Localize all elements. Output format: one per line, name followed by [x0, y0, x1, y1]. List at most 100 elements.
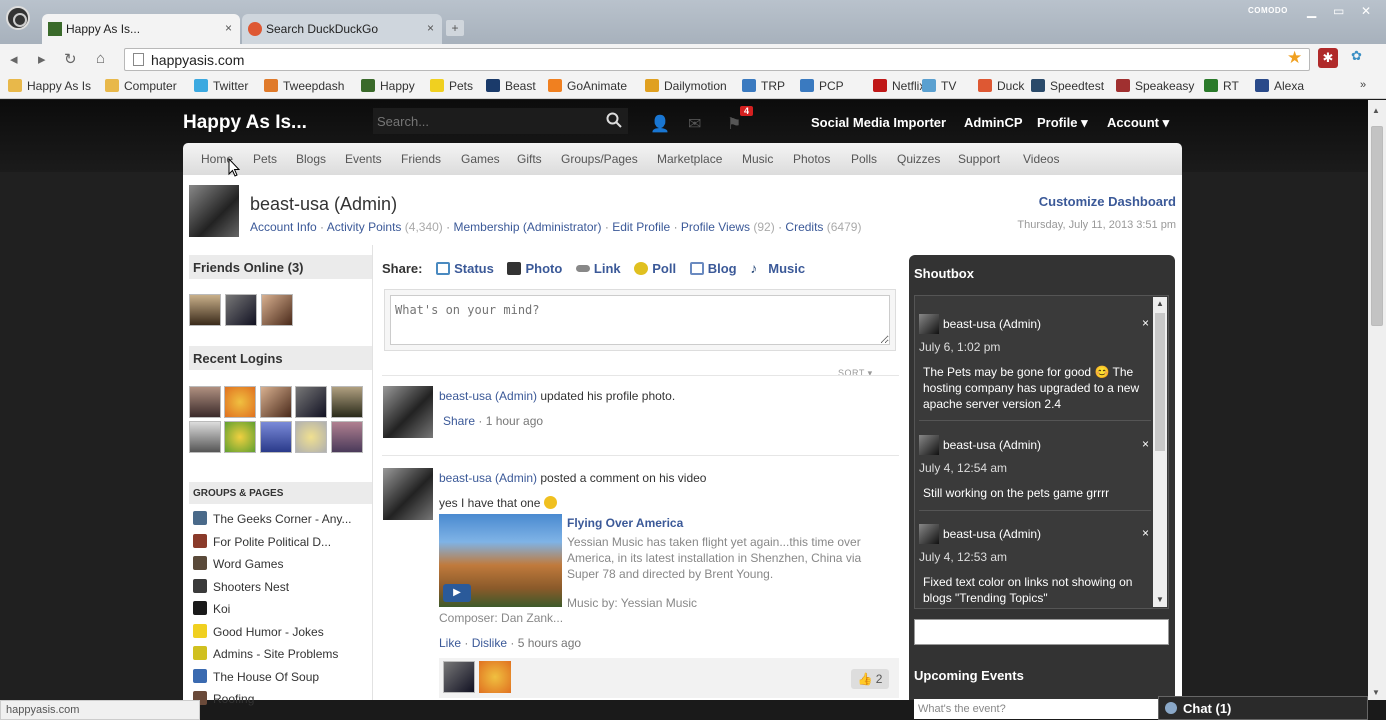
dislike-link[interactable]: Dislike [472, 636, 507, 650]
new-tab-button[interactable]: + [446, 20, 464, 36]
status-input[interactable] [390, 295, 890, 345]
share-photo[interactable]: Photo [507, 261, 562, 276]
share-status[interactable]: Status [436, 261, 494, 276]
bookmark-dailymotion[interactable]: Dailymotion [645, 79, 727, 93]
profile-menu[interactable]: Profile ▾ [1037, 115, 1088, 131]
maximize-icon[interactable]: ▭ [1333, 4, 1344, 18]
bookmark-alexa[interactable]: Alexa [1255, 79, 1304, 93]
delete-shout-icon[interactable]: × [1142, 316, 1149, 330]
group-link[interactable]: For Polite Political D... [193, 533, 331, 549]
liker-avatar[interactable] [443, 661, 475, 693]
group-link[interactable]: Koi [193, 601, 230, 616]
bookmark-speakeasy[interactable]: Speakeasy [1116, 79, 1194, 93]
scroll-down-icon[interactable]: ▼ [1156, 595, 1164, 604]
group-link[interactable]: Good Humor - Jokes [193, 623, 324, 639]
bookmark-beast[interactable]: Beast [486, 79, 536, 93]
nav-games[interactable]: Games [461, 152, 500, 166]
login-avatar[interactable] [189, 421, 221, 453]
like-link[interactable]: Like [439, 636, 461, 650]
forward-icon[interactable]: ▸ [38, 50, 46, 68]
search-icon[interactable] [606, 112, 622, 128]
friend-avatar[interactable] [189, 294, 221, 326]
login-avatar[interactable] [189, 386, 221, 418]
login-avatar[interactable] [224, 386, 256, 418]
nav-support[interactable]: Support [958, 152, 1000, 166]
video-thumbnail[interactable]: ▶ [439, 514, 562, 607]
friend-avatar[interactable] [225, 294, 257, 326]
nav-friends[interactable]: Friends [401, 152, 441, 166]
share-post-link[interactable]: Share [443, 414, 475, 428]
share-link[interactable]: Link [575, 261, 621, 276]
share-poll[interactable]: Poll [634, 261, 676, 276]
post-avatar[interactable] [383, 386, 433, 438]
login-avatar[interactable] [331, 421, 363, 453]
friend-avatar[interactable] [261, 294, 293, 326]
bookmark-speedtest[interactable]: Speedtest [1031, 79, 1104, 93]
shout-author[interactable]: beast-usa (Admin) [943, 317, 1041, 331]
profile-name[interactable]: beast-usa (Admin) [250, 194, 397, 215]
bookmark-trp[interactable]: TRP [742, 79, 785, 93]
login-avatar[interactable] [295, 421, 327, 453]
bookmark-netflix[interactable]: Netflix [873, 79, 925, 93]
shout-avatar[interactable] [919, 435, 939, 455]
close-tab-icon[interactable]: × [225, 21, 232, 35]
minimize-icon[interactable]: ▁ [1307, 4, 1316, 18]
login-avatar[interactable] [295, 386, 327, 418]
profile-avatar[interactable] [189, 185, 239, 237]
nav-quizzes[interactable]: Quizzes [897, 152, 940, 166]
login-avatar[interactable] [260, 386, 292, 418]
tab-search-duckduckgo[interactable]: Search DuckDuckGo × [242, 14, 442, 44]
search-input[interactable] [373, 108, 628, 134]
post-author-link[interactable]: beast-usa (Admin) [439, 471, 537, 485]
bookmark-duck[interactable]: Duck [978, 79, 1024, 93]
post-avatar[interactable] [383, 468, 433, 520]
account-info-link[interactable]: Account Info [250, 220, 317, 234]
nav-polls[interactable]: Polls [851, 152, 877, 166]
notifications-icon[interactable]: ⚑ [727, 114, 747, 133]
sort-dropdown[interactable]: SORT ▾ [838, 368, 873, 379]
nav-groups-pages[interactable]: Groups/Pages [561, 152, 638, 166]
scroll-thumb[interactable] [1371, 126, 1383, 326]
shout-author[interactable]: beast-usa (Admin) [943, 438, 1041, 452]
group-link[interactable]: The House Of Soup [193, 668, 319, 684]
profile-views-link[interactable]: Profile Views [681, 220, 750, 234]
bookmark-tv[interactable]: TV [922, 79, 956, 93]
login-avatar[interactable] [331, 386, 363, 418]
activity-points-link[interactable]: Activity Points [327, 220, 402, 234]
reload-icon[interactable]: ↻ [64, 50, 77, 68]
page-scrollbar[interactable]: ▲ ▼ [1368, 100, 1386, 700]
share-blog[interactable]: Blog [689, 261, 737, 276]
admincp-link[interactable]: AdminCP [964, 115, 1023, 130]
bookmark-computer[interactable]: Computer [105, 79, 177, 93]
scroll-thumb[interactable] [1155, 313, 1165, 451]
event-input[interactable]: What's the event? [914, 699, 1169, 719]
address-bar[interactable]: happyasis.com [124, 48, 1310, 71]
share-music[interactable]: ♪ Music [750, 260, 805, 276]
nav-photos[interactable]: Photos [793, 152, 830, 166]
scroll-down-icon[interactable]: ▼ [1372, 688, 1380, 697]
bookmark-pcp[interactable]: PCP [800, 79, 844, 93]
chat-bar[interactable]: Chat (1) [1158, 696, 1368, 720]
membership-link[interactable]: Membership (Administrator) [453, 220, 601, 234]
back-icon[interactable]: ◂ [10, 50, 18, 68]
bookmark-tweepdash[interactable]: Tweepdash [264, 79, 344, 93]
shout-author[interactable]: beast-usa (Admin) [943, 527, 1041, 541]
play-icon[interactable]: ▶ [443, 584, 471, 602]
home-icon[interactable]: ⌂ [96, 50, 105, 67]
liker-avatar[interactable] [479, 661, 511, 693]
shoutbox-scrollbar[interactable]: ▲ ▼ [1153, 297, 1167, 607]
nav-videos[interactable]: Videos [1023, 152, 1059, 166]
bookmarks-overflow-icon[interactable]: » [1360, 79, 1366, 91]
bookmark-twitter[interactable]: Twitter [194, 79, 248, 93]
group-link[interactable]: The Geeks Corner - Any... [193, 511, 352, 526]
video-title-link[interactable]: Flying Over America [567, 516, 683, 530]
bookmark-happy[interactable]: Happy [361, 79, 415, 93]
site-title[interactable]: Happy As Is... [183, 112, 307, 134]
social-media-importer-link[interactable]: Social Media Importer [811, 115, 946, 130]
nav-pets[interactable]: Pets [253, 152, 277, 166]
browser-menu-icon[interactable] [6, 6, 30, 30]
close-tab-icon[interactable]: × [427, 21, 434, 35]
scroll-up-icon[interactable]: ▲ [1372, 106, 1380, 115]
nav-blogs[interactable]: Blogs [296, 152, 326, 166]
post-author-link[interactable]: beast-usa (Admin) [439, 389, 537, 403]
